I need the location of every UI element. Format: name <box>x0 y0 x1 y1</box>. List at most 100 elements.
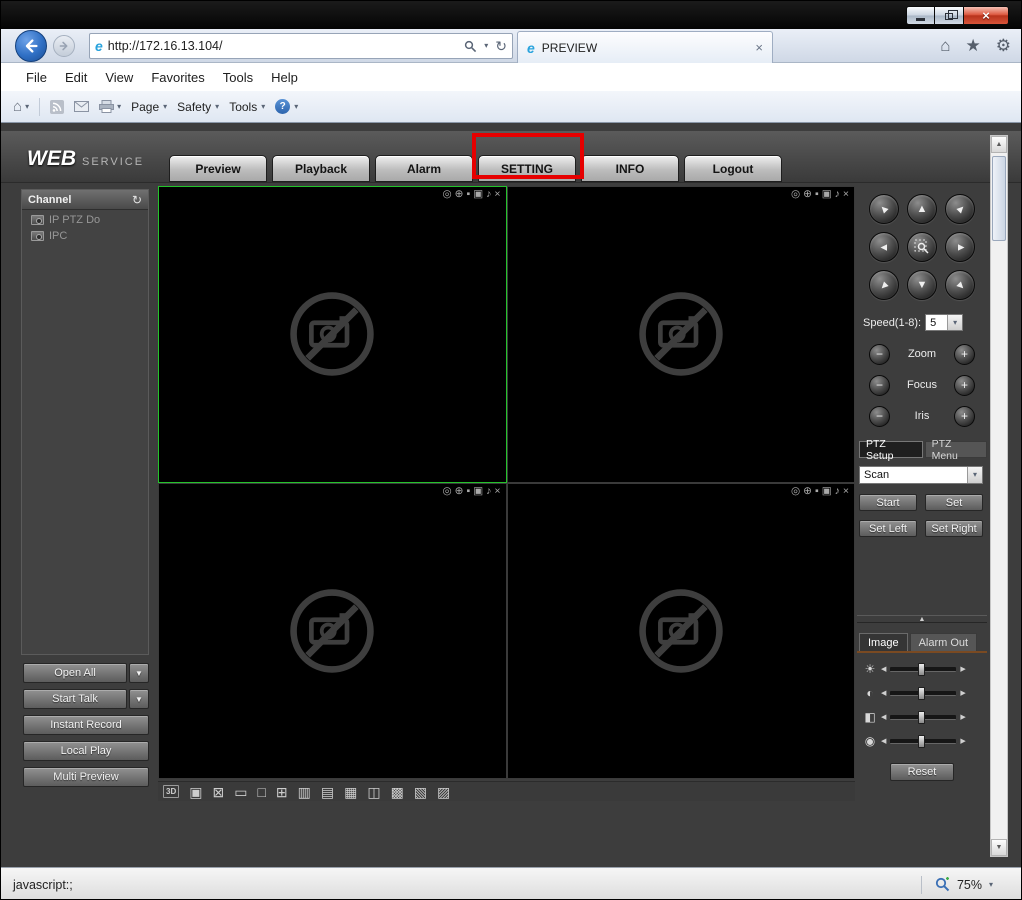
panel-collapse-divider[interactable]: ▲ <box>857 615 987 623</box>
refresh-channels-icon[interactable]: ↻ <box>132 193 142 207</box>
audio-icon[interactable]: ♪ <box>835 486 840 497</box>
local-play-button[interactable]: Local Play <box>23 741 149 761</box>
increase-arrow-icon[interactable]: ▶ <box>960 690 965 697</box>
search-dropdown-icon[interactable]: ▾ <box>484 42 488 50</box>
tab-alarm[interactable]: Alarm <box>375 155 473 182</box>
decrease-arrow-icon[interactable]: ◀ <box>881 666 886 673</box>
open-all-button[interactable]: Open All <box>23 663 127 683</box>
home-page-button[interactable]: ⌂ ▾ <box>13 99 29 114</box>
increase-arrow-icon[interactable]: ▶ <box>960 666 965 673</box>
set-button[interactable]: Set <box>925 494 983 511</box>
print-button[interactable]: ▾ <box>99 100 121 113</box>
close-icon[interactable]: × <box>494 189 500 200</box>
focus-near-button[interactable]: − <box>869 375 890 396</box>
safety-menu-button[interactable]: Safety ▾ <box>177 100 219 114</box>
search-icon[interactable] <box>464 40 477 53</box>
tab-playback[interactable]: Playback <box>272 155 370 182</box>
zoom-in-icon[interactable]: ⊕ <box>803 189 812 200</box>
slider-thumb[interactable] <box>918 663 925 676</box>
tab-setting[interactable]: SETTING <box>478 155 576 182</box>
tab-alarm-out[interactable]: Alarm Out <box>910 633 978 651</box>
brightness-slider[interactable] <box>890 667 956 672</box>
help-menu-button[interactable]: ? ▾ <box>275 99 298 114</box>
maximize-button[interactable] <box>935 6 964 25</box>
tab-close-icon[interactable]: × <box>755 40 763 55</box>
view-13-icon[interactable]: ◫ <box>367 785 380 799</box>
zoom-in-icon[interactable]: ⊕ <box>803 486 812 497</box>
zoom-in-icon[interactable]: ⊕ <box>455 486 464 497</box>
focus-far-button[interactable]: + <box>954 375 975 396</box>
iris-open-button[interactable]: + <box>954 406 975 427</box>
menu-help[interactable]: Help <box>262 70 307 85</box>
ptz-function-select[interactable]: Scan ▾ <box>859 466 983 484</box>
increase-arrow-icon[interactable]: ▶ <box>960 714 965 721</box>
view-16-icon[interactable]: ▩ <box>391 785 404 799</box>
tab-ptz-setup[interactable]: PTZ Setup <box>859 441 923 458</box>
ptz-up-right-button[interactable]: ▲ <box>945 194 975 224</box>
record-icon[interactable]: ▪ <box>466 189 470 200</box>
zoom-in-icon[interactable]: ⊕ <box>455 189 464 200</box>
snapshot-icon[interactable]: ▣ <box>473 189 483 200</box>
increase-arrow-icon[interactable]: ▶ <box>960 738 965 745</box>
menu-favorites[interactable]: Favorites <box>142 70 213 85</box>
scroll-down-button[interactable]: ▼ <box>991 839 1007 856</box>
slider-thumb[interactable] <box>918 687 925 700</box>
reset-button[interactable]: Reset <box>890 763 954 781</box>
page-scrollbar[interactable]: ▲ ▼ <box>990 135 1008 857</box>
close-window-button[interactable]: × <box>964 6 1009 25</box>
start-talk-dropdown-button[interactable]: ▼ <box>129 689 149 709</box>
video-pane-3[interactable]: ◎ ⊕ ▪ ▣ ♪ × <box>158 483 507 780</box>
ptz-down-button[interactable]: ▼ <box>907 270 937 300</box>
menu-edit[interactable]: Edit <box>56 70 96 85</box>
quality-icon[interactable]: 3D <box>163 785 179 798</box>
record-icon[interactable]: ▪ <box>466 486 470 497</box>
tab-logout[interactable]: Logout <box>684 155 782 182</box>
close-icon[interactable]: × <box>843 486 849 497</box>
video-pane-2[interactable]: ◎ ⊕ ▪ ▣ ♪ × <box>507 186 856 483</box>
decrease-arrow-icon[interactable]: ◀ <box>881 690 886 697</box>
fullscreen-icon[interactable]: ⊠ <box>212 785 224 799</box>
ptz-down-right-button[interactable]: ▲ <box>945 270 975 300</box>
tab-image[interactable]: Image <box>859 633 908 651</box>
tab-info[interactable]: INFO <box>581 155 679 182</box>
multi-preview-button[interactable]: Multi Preview <box>23 767 149 787</box>
settings-gear-icon[interactable]: ⚙ <box>996 37 1011 54</box>
eye-icon[interactable]: ◎ <box>791 486 800 497</box>
ptz-down-left-button[interactable]: ▲ <box>869 270 899 300</box>
close-icon[interactable]: × <box>494 486 500 497</box>
address-bar[interactable]: e http://172.16.13.104/ ▾ ↻ <box>89 33 513 59</box>
video-pane-1[interactable]: ◎ ⊕ ▪ ▣ ♪ × <box>158 186 507 483</box>
menu-view[interactable]: View <box>96 70 142 85</box>
view-6-icon[interactable]: ▥ <box>298 785 311 799</box>
ptz-position-button[interactable] <box>907 232 937 262</box>
hue-slider[interactable] <box>890 739 956 744</box>
slider-thumb[interactable] <box>918 735 925 748</box>
audio-icon[interactable]: ♪ <box>835 189 840 200</box>
channel-item-ip-ptz[interactable]: IP PTZ Do <box>22 210 148 226</box>
slider-thumb[interactable] <box>918 711 925 724</box>
tab-ptz-menu[interactable]: PTZ Menu <box>925 441 987 458</box>
zoom-dropdown-icon[interactable]: ▾ <box>989 881 993 889</box>
view-25-icon[interactable]: ▨ <box>437 785 450 799</box>
menu-file[interactable]: File <box>17 70 56 85</box>
scroll-up-button[interactable]: ▲ <box>991 136 1007 153</box>
view-8-icon[interactable]: ▤ <box>321 785 334 799</box>
close-icon[interactable]: × <box>843 189 849 200</box>
ptz-up-button[interactable]: ▲ <box>907 194 937 224</box>
back-button[interactable] <box>15 30 47 62</box>
scrollbar-thumb[interactable] <box>992 156 1006 241</box>
home-icon[interactable]: ⌂ <box>940 37 950 54</box>
decrease-arrow-icon[interactable]: ◀ <box>881 714 886 721</box>
view-20-icon[interactable]: ▧ <box>414 785 427 799</box>
channel-item-ipc[interactable]: IPC <box>22 226 148 242</box>
record-icon[interactable]: ▪ <box>815 189 819 200</box>
feed-button[interactable] <box>50 100 64 114</box>
eye-icon[interactable]: ◎ <box>791 189 800 200</box>
saturation-slider[interactable] <box>890 715 956 720</box>
iris-close-button[interactable]: − <box>869 406 890 427</box>
read-mail-button[interactable] <box>74 101 89 112</box>
ptz-right-button[interactable]: ▲ <box>945 232 975 262</box>
page-menu-button[interactable]: Page ▾ <box>131 100 167 114</box>
eye-icon[interactable]: ◎ <box>442 189 451 200</box>
tab-preview[interactable]: Preview <box>169 155 267 182</box>
